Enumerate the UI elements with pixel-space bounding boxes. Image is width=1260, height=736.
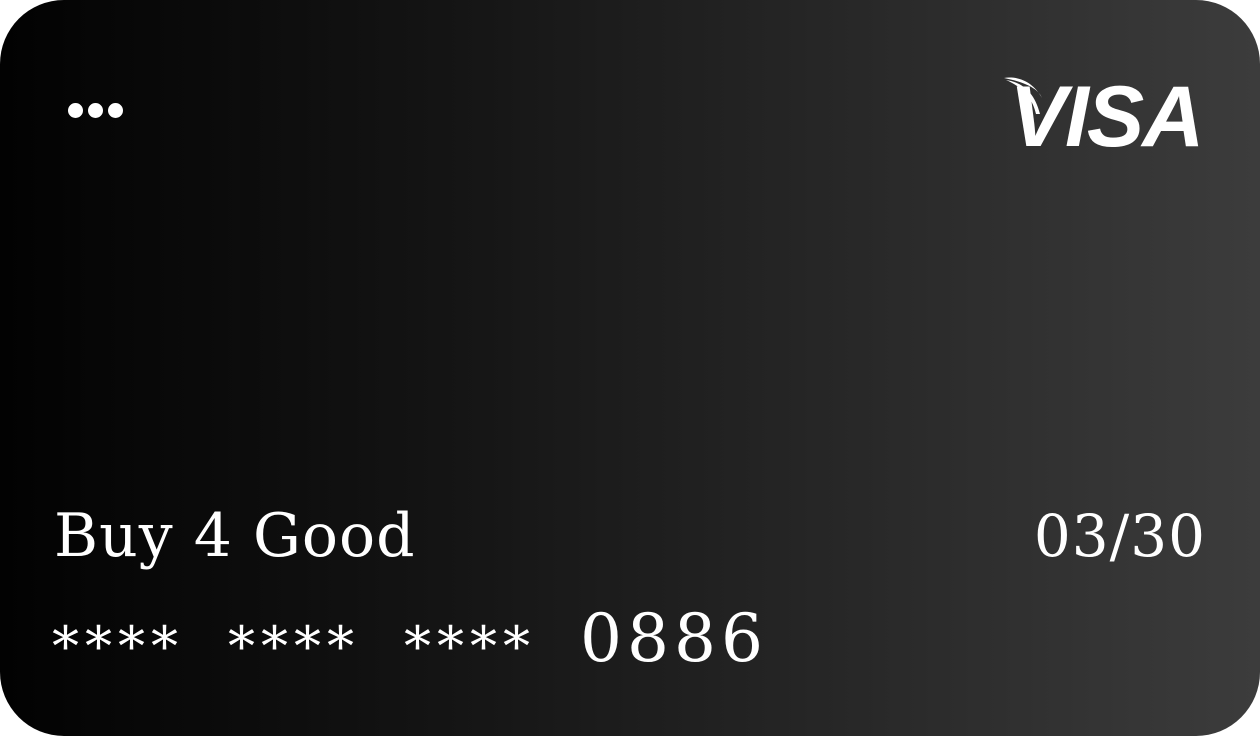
visa-logo: VISA (1002, 74, 1212, 150)
ellipsis-icon (68, 102, 83, 118)
card-menu-button[interactable] (62, 94, 142, 126)
visa-logo-icon: VISA (1004, 74, 1204, 150)
card-number-masked-group: **** (52, 614, 184, 678)
card-name: Buy 4 Good (54, 501, 416, 571)
ellipsis-icon (108, 102, 123, 118)
card-number-masked-group: **** (228, 614, 360, 678)
card-number-masked-group: **** (404, 614, 536, 678)
visa-logo-text: VISA (1010, 74, 1203, 150)
payment-card[interactable]: VISA Buy 4 Good 03/30 **** **** **** 088… (0, 0, 1260, 736)
ellipsis-icon (88, 102, 103, 118)
card-number-last-four: 0886 (580, 599, 768, 677)
card-expiry-date: 03/30 (1033, 502, 1206, 570)
card-number: **** **** **** 0886 (52, 598, 768, 678)
